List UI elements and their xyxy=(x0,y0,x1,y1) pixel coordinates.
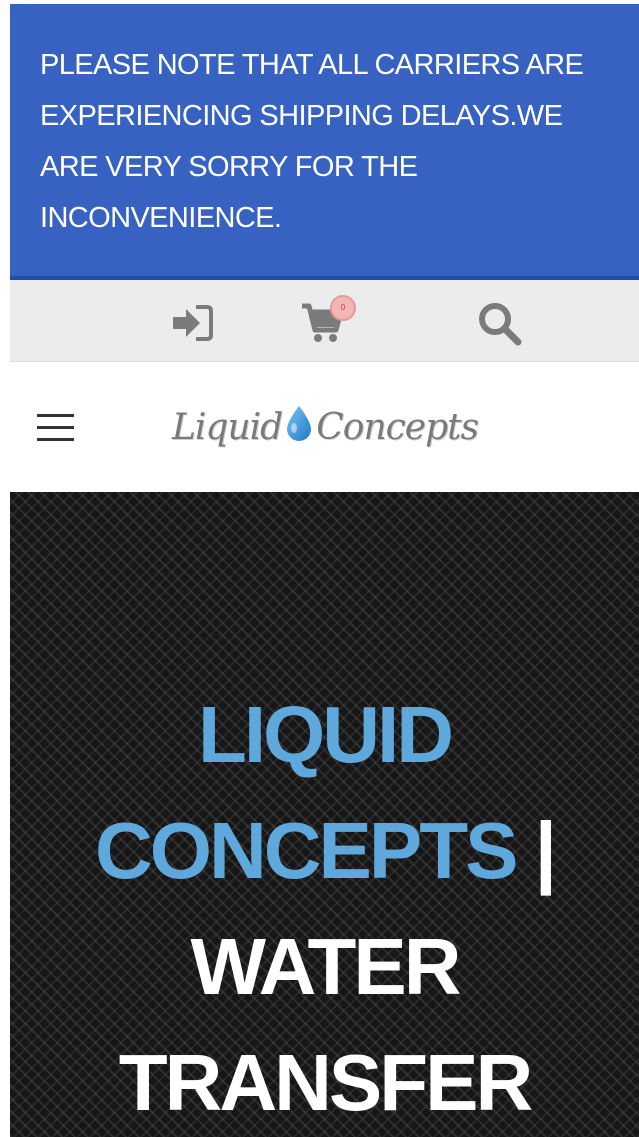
sign-in-icon[interactable] xyxy=(167,302,215,344)
utility-bar: 0 xyxy=(10,280,639,362)
site-logo[interactable]: Liquid Concepts xyxy=(172,392,479,462)
logo-word-concepts: Concepts xyxy=(316,406,479,448)
shipping-notice-banner: PLEASE NOTE THAT ALL CARRIERS ARE EXPERI… xyxy=(10,4,639,280)
hero-title: LIQUID CONCEPTS | WATER TRANSFER xyxy=(10,677,639,1137)
shopping-cart-icon[interactable]: 0 xyxy=(300,294,360,344)
search-icon[interactable] xyxy=(476,300,524,346)
water-drop-icon xyxy=(284,404,314,451)
hero-title-brand: LIQUID CONCEPTS xyxy=(94,690,518,895)
site-header: Liquid Concepts xyxy=(10,362,639,492)
cart-count-badge: 0 xyxy=(330,295,356,321)
shipping-notice-text: PLEASE NOTE THAT ALL CARRIERS ARE EXPERI… xyxy=(40,49,584,234)
hero-title-subtitle: WATER TRANSFER xyxy=(118,922,534,1127)
logo-word-liquid: Liquid xyxy=(172,406,283,448)
hero-title-separator: | xyxy=(534,806,557,895)
page-frame: PLEASE NOTE THAT ALL CARRIERS ARE EXPERI… xyxy=(10,4,639,1137)
hero-banner: LIQUID CONCEPTS | WATER TRANSFER xyxy=(10,492,639,1137)
hamburger-menu-icon[interactable] xyxy=(37,414,75,444)
